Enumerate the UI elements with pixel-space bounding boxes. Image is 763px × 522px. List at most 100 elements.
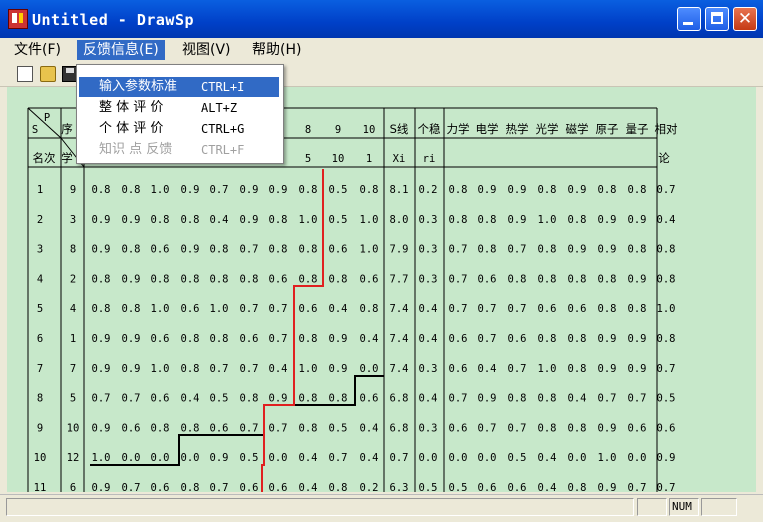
score-cell: 0.9 <box>122 333 141 345</box>
topic-cell: 0.4 <box>657 214 676 226</box>
score-cell: 0.5 <box>329 422 348 434</box>
topic-cell: 0.8 <box>508 393 527 405</box>
col-header-xi: Xi <box>393 153 406 165</box>
score-cell: 0.8 <box>122 244 141 256</box>
score-cell: 1.0 <box>92 452 111 464</box>
col-header-id: 序 <box>61 122 73 136</box>
score-cell: 0.7 <box>92 393 111 405</box>
question-correct-count: 1 <box>366 153 372 165</box>
score-cell: 0.8 <box>122 184 141 196</box>
topic-cell: 0.0 <box>568 452 587 464</box>
score-cell: 0.8 <box>360 184 379 196</box>
score-cell: 0.7 <box>122 482 141 492</box>
topic-cell: 1.0 <box>538 214 557 226</box>
topic-cell: 0.9 <box>598 244 617 256</box>
maximize-button[interactable] <box>705 7 729 31</box>
minimize-button[interactable] <box>677 7 701 31</box>
menu-item-label: 个 体 评 价 <box>99 121 164 136</box>
ri-cell: 0.3 <box>419 214 438 226</box>
score-cell: 0.8 <box>151 422 170 434</box>
score-cell: 0.9 <box>92 482 111 492</box>
score-cell: 0.9 <box>240 184 259 196</box>
ri-cell: 0.4 <box>419 303 438 315</box>
score-cell: 0.7 <box>240 363 259 375</box>
ri-cell: 0.0 <box>419 452 438 464</box>
score-cell: 0.0 <box>360 363 379 375</box>
score-cell: 0.6 <box>240 333 259 345</box>
topic-cell: 0.7 <box>628 393 647 405</box>
topic-cell: 0.8 <box>568 422 587 434</box>
score-cell: 0.8 <box>181 422 200 434</box>
open-folder-icon[interactable] <box>40 66 56 82</box>
topic-cell: 0.6 <box>449 363 468 375</box>
topic-cell: 0.7 <box>508 244 527 256</box>
score-cell: 0.6 <box>210 422 229 434</box>
topic-cell: 0.7 <box>449 303 468 315</box>
topic-cell: 0.4 <box>568 393 587 405</box>
score-cell: 0.8 <box>299 333 318 345</box>
topic-cell: 0.7 <box>657 363 676 375</box>
score-cell: 0.9 <box>329 333 348 345</box>
status-message-panel <box>6 498 634 516</box>
topic-cell: 0.9 <box>628 273 647 285</box>
score-cell: 0.6 <box>181 303 200 315</box>
score-cell: 0.8 <box>240 393 259 405</box>
menu-item-label: 输入参数标准 <box>99 79 178 94</box>
score-cell: 0.9 <box>92 333 111 345</box>
topic-cell: 0.7 <box>478 422 497 434</box>
menu-view[interactable]: 视图(V) <box>176 40 237 60</box>
topic-cell: 0.6 <box>449 422 468 434</box>
score-cell: 0.8 <box>151 214 170 226</box>
corner-p-label: P <box>44 112 50 124</box>
score-cell: 0.4 <box>299 452 318 464</box>
topic-cell: 0.7 <box>508 422 527 434</box>
topic-cell: 0.9 <box>598 363 617 375</box>
score-cell: 0.8 <box>122 303 141 315</box>
topic-cell: 0.7 <box>478 303 497 315</box>
id-cell: 7 <box>70 363 76 375</box>
menu-overall-eval[interactable]: 整 体 评 价 ALT+Z <box>79 98 279 118</box>
topic-header: 相对 <box>655 122 678 136</box>
ri-cell: 0.2 <box>419 184 438 196</box>
topic-cell: 0.8 <box>568 214 587 226</box>
score-cell: 0.4 <box>269 363 288 375</box>
score-cell: 0.4 <box>210 214 229 226</box>
topic-cell: 0.9 <box>478 393 497 405</box>
rank-cell: 6 <box>37 333 43 345</box>
score-cell: 0.8 <box>299 422 318 434</box>
status-num-panel: NUM <box>669 498 699 516</box>
topic-cell: 0.8 <box>598 273 617 285</box>
topic-cell: 0.7 <box>449 273 468 285</box>
score-cell: 0.2 <box>360 482 379 492</box>
menu-item-shortcut: CTRL+F <box>201 143 245 157</box>
menu-help[interactable]: 帮助(H) <box>246 40 307 60</box>
topic-cell: 0.6 <box>478 273 497 285</box>
status-bar: NUM <box>0 494 763 522</box>
topic-cell: 0.8 <box>568 333 587 345</box>
menu-feedback[interactable]: 反馈信息(E) <box>77 40 165 60</box>
score-cell: 0.6 <box>269 482 288 492</box>
new-file-icon[interactable] <box>17 66 33 82</box>
close-button[interactable]: ✕ <box>733 7 757 31</box>
topic-cell: 0.8 <box>628 303 647 315</box>
topic-cell: 0.5 <box>657 393 676 405</box>
menu-input-params[interactable]: 输入参数标准 CTRL+I <box>79 77 279 97</box>
score-cell: 0.4 <box>360 333 379 345</box>
corner-s-label: S <box>32 124 38 136</box>
score-cell: 0.0 <box>181 452 200 464</box>
id-cell: 12 <box>67 452 80 464</box>
topic-header: 热学 <box>506 122 529 136</box>
col-header-s-line: S线 <box>390 122 409 136</box>
id-cell: 2 <box>70 273 76 285</box>
menu-file[interactable]: 文件(F) <box>8 40 67 60</box>
score-cell: 0.9 <box>210 452 229 464</box>
col-header-stability: 个稳 <box>418 122 441 136</box>
question-number: 9 <box>335 124 341 136</box>
id-cell: 9 <box>70 184 76 196</box>
topic-header: 光学 <box>536 122 559 136</box>
menu-individual-eval[interactable]: 个 体 评 价 CTRL+G <box>79 119 279 139</box>
topic-header: 量子 <box>626 122 649 136</box>
topic-cell: 0.8 <box>657 333 676 345</box>
score-cell: 0.8 <box>299 393 318 405</box>
topic-cell: 0.7 <box>449 393 468 405</box>
